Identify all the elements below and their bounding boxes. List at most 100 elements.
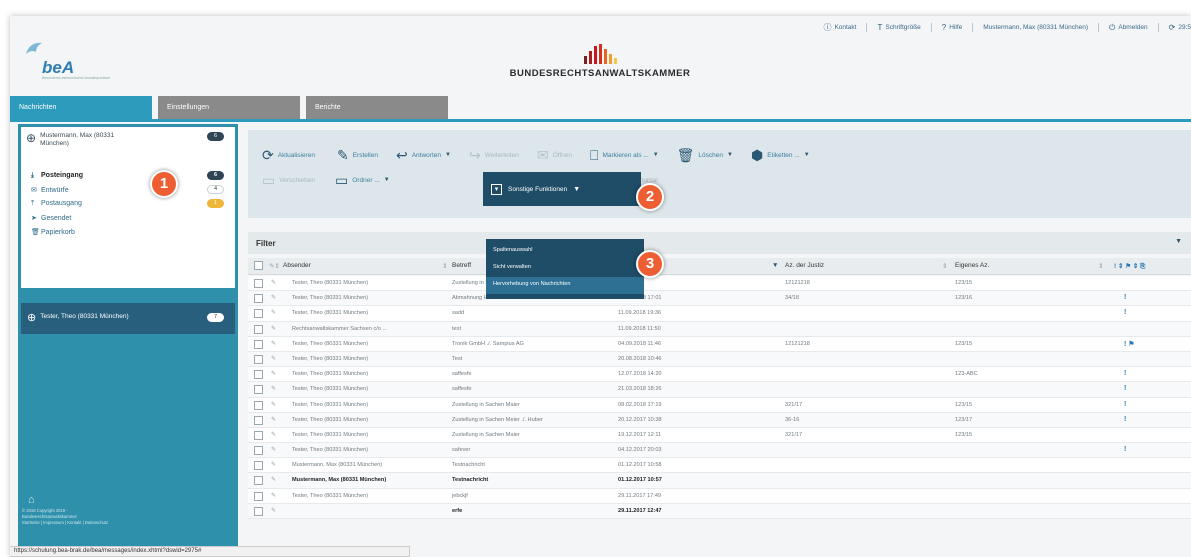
- tab-nachrichten[interactable]: Nachrichten: [10, 96, 152, 119]
- folder-postausgang[interactable]: ⤒ Postausgang 1: [21, 197, 235, 211]
- chevron-down-icon: ▼: [727, 152, 733, 158]
- sort-icon[interactable]: ⇕: [1098, 262, 1103, 270]
- session-timer[interactable]: ⟳ 29:5: [1169, 23, 1191, 32]
- reply-label: Antworten: [411, 151, 441, 159]
- menu-spaltenauswahl[interactable]: Spaltenauswahl: [486, 243, 644, 260]
- row-checkbox[interactable]: [254, 324, 263, 334]
- delete-button[interactable]: 🗑 Löschen ▼: [677, 148, 733, 162]
- table-row[interactable]: ✎ Tester, Theo (80331 München) sadd 11.09.2…: [248, 306, 1191, 322]
- font-size-link[interactable]: T Schriftgröße: [877, 23, 920, 32]
- table-row[interactable]: ✎ Tester, Theo (80331 München) Zustellung …: [248, 427, 1191, 444]
- row-checkbox[interactable]: [254, 354, 263, 364]
- user-name[interactable]: Mustermann, Max (80331 München): [983, 24, 1088, 31]
- row-checkbox[interactable]: [254, 279, 263, 288]
- bea-logo[interactable]: beA Besonderes elektronisches Anwaltspos…: [20, 38, 110, 84]
- row-checkbox[interactable]: [254, 400, 263, 410]
- reply-button[interactable]: ↩ Antworten ▼: [396, 148, 451, 162]
- cell-sender: Tester, Theo (80331 München): [292, 431, 369, 438]
- refresh-button[interactable]: ⟳ Aktualisieren: [262, 148, 315, 162]
- col-absender[interactable]: Absender: [283, 262, 311, 269]
- folder-entwuerfe[interactable]: ✉ Entwürfe 4: [21, 183, 235, 197]
- row-checkbox[interactable]: [254, 309, 263, 319]
- forward-button[interactable]: ↪ Weiterleiten: [469, 148, 519, 162]
- sort-icon[interactable]: ⇕: [442, 262, 447, 270]
- folder-gesendet[interactable]: ➤ Gesendet: [21, 211, 235, 225]
- folder-posteingang[interactable]: ⤓ Posteingang 6: [21, 169, 235, 183]
- sort-icon[interactable]: ⇕: [942, 262, 947, 270]
- row-checkbox[interactable]: [254, 476, 263, 486]
- pencil-icon: ✎: [271, 447, 277, 454]
- row-checkbox[interactable]: [254, 506, 263, 516]
- logout-label: Abmelden: [1118, 24, 1148, 31]
- table-row[interactable]: ✎ Tester, Theo (80331 München) Test 20.08.2…: [248, 351, 1191, 368]
- create-button[interactable]: ✎ Erstellen: [337, 148, 378, 162]
- chevron-down-icon: ▼: [652, 152, 659, 158]
- cell-az-justiz: 321/17: [785, 431, 803, 438]
- account-name-line2: München): [40, 140, 69, 147]
- cell-date: 12.07.2018 14:20: [618, 371, 662, 378]
- tab-berichte[interactable]: Berichte: [306, 96, 448, 119]
- trash-icon: 🗑: [676, 147, 695, 163]
- row-checkbox[interactable]: [254, 461, 263, 471]
- col-flags-icons[interactable]: ! ⇕ ⚑ ⇕ ⎘: [1114, 262, 1145, 271]
- tab-einstellungen[interactable]: Einstellungen: [158, 96, 300, 119]
- account-count-badge: 6: [207, 132, 224, 141]
- menu-hervorhebung[interactable]: Hervorhebung von Nachrichten: [486, 277, 644, 294]
- table-row[interactable]: ✎ Mustermann, Max (80331 München) Testnach…: [248, 473, 1191, 489]
- chevron-down-icon[interactable]: ▼: [1175, 238, 1182, 245]
- table-row[interactable]: ✎ Tester, Theo (80331 München) Abmahnung H…: [248, 291, 1191, 307]
- labels-button[interactable]: ⬢ Etiketten ... ▼: [751, 148, 810, 162]
- help-link[interactable]: ? Hilfe: [942, 23, 962, 32]
- table-row[interactable]: ✎ Tester, Theo (80331 München) jebckjf 29.1…: [248, 488, 1191, 504]
- row-checkbox[interactable]: [254, 491, 263, 501]
- table-row[interactable]: ✎ Tester, Theo (80331 München) Zustellung …: [248, 412, 1191, 428]
- row-checkbox[interactable]: [254, 446, 263, 456]
- cell-subject: saffesfe: [452, 386, 472, 393]
- table-row[interactable]: ✎ Mustermann, Max (80331 München) Testnach…: [248, 458, 1191, 474]
- col-betreff[interactable]: Betreff: [452, 262, 471, 269]
- table-row[interactable]: ✎ erfe 29.11.2017 12:47: [248, 503, 1191, 519]
- col-az-justiz[interactable]: Az. der Justiz: [785, 262, 824, 269]
- folder-label: Entwürfe: [41, 187, 69, 194]
- arrow-right-circle-icon: ⊕: [27, 312, 37, 324]
- row-checkbox[interactable]: [254, 385, 263, 395]
- table-row[interactable]: ✎ Rechtsanwaltskammer Sachsen c/o ... test…: [248, 321, 1191, 337]
- logout-link[interactable]: ⏻ Abmelden: [1109, 23, 1148, 33]
- select-all-checkbox[interactable]: [254, 261, 263, 270]
- mark-as-button[interactable]: ⎕ Markieren als ... ▼: [590, 148, 659, 162]
- row-checkbox[interactable]: [254, 294, 263, 304]
- folder-count-badge: 4: [207, 185, 224, 194]
- table-row[interactable]: ✎ Tester, Theo (80331 München) saffesfe 21.…: [248, 382, 1191, 398]
- col-eigenes-az[interactable]: Eigenes Az.: [955, 262, 989, 269]
- sort-desc-icon[interactable]: ▼: [772, 262, 778, 269]
- other-functions-button[interactable]: ▾ Sonstige Funktionen ▼: [483, 172, 641, 206]
- sort-icon[interactable]: ✎⇕: [269, 262, 280, 270]
- table-row[interactable]: ✎ Tester, Theo (80331 München) Tronik GmbH…: [248, 336, 1191, 352]
- pencil-icon: ✎: [271, 477, 277, 484]
- cell-subject: erfe: [452, 507, 463, 514]
- filter-bar[interactable]: Filter ▼: [248, 232, 1191, 254]
- account-tester[interactable]: ⊕ Tester, Theo (80331 München) 7: [21, 303, 235, 334]
- row-checkbox[interactable]: [254, 370, 263, 380]
- move-button[interactable]: ▭ Verschieben: [262, 173, 315, 187]
- footer-links[interactable]: Startseite | Impressum | Kontakt | Daten…: [22, 520, 108, 526]
- account-header[interactable]: ⊕ Mustermann, Max (80331 München) 6: [21, 127, 235, 167]
- folder-papierkorb[interactable]: 🗑Papierkorb: [21, 225, 235, 239]
- table-row[interactable]: ✎ Tester, Theo (80331 München) safever 04.1…: [248, 443, 1191, 459]
- row-checkbox[interactable]: [254, 430, 263, 440]
- kontakt-link[interactable]: ⓘ Kontakt: [823, 22, 856, 33]
- table-row[interactable]: ✎ Tester, Theo (80331 München) saffesfe 12.…: [248, 367, 1191, 383]
- open-button[interactable]: ✉ Öffnen: [537, 148, 572, 162]
- table-header: ✎⇕ Absender ⇕ Betreff ▼ Az. der Justiz ⇕…: [248, 258, 1191, 275]
- menu-sicht-verwalten[interactable]: Sicht verwalten: [486, 260, 644, 277]
- row-checkbox[interactable]: [254, 339, 263, 349]
- callout-3: 3: [636, 250, 664, 278]
- cell-az-justiz: 321/17: [785, 401, 803, 408]
- folder-button[interactable]: ▭ Ordner ... ▼: [335, 173, 390, 187]
- session-timer-label: 29:5: [1178, 24, 1191, 31]
- table-row[interactable]: ✎ Tester, Theo (80331 München) Zustellung …: [248, 276, 1191, 292]
- cell-sender: Tester, Theo (80331 München): [292, 401, 369, 408]
- row-checkbox[interactable]: [254, 415, 263, 425]
- eagle-icon: [26, 42, 42, 54]
- table-row[interactable]: ✎ Tester, Theo (80331 München) Zustellung …: [248, 397, 1191, 413]
